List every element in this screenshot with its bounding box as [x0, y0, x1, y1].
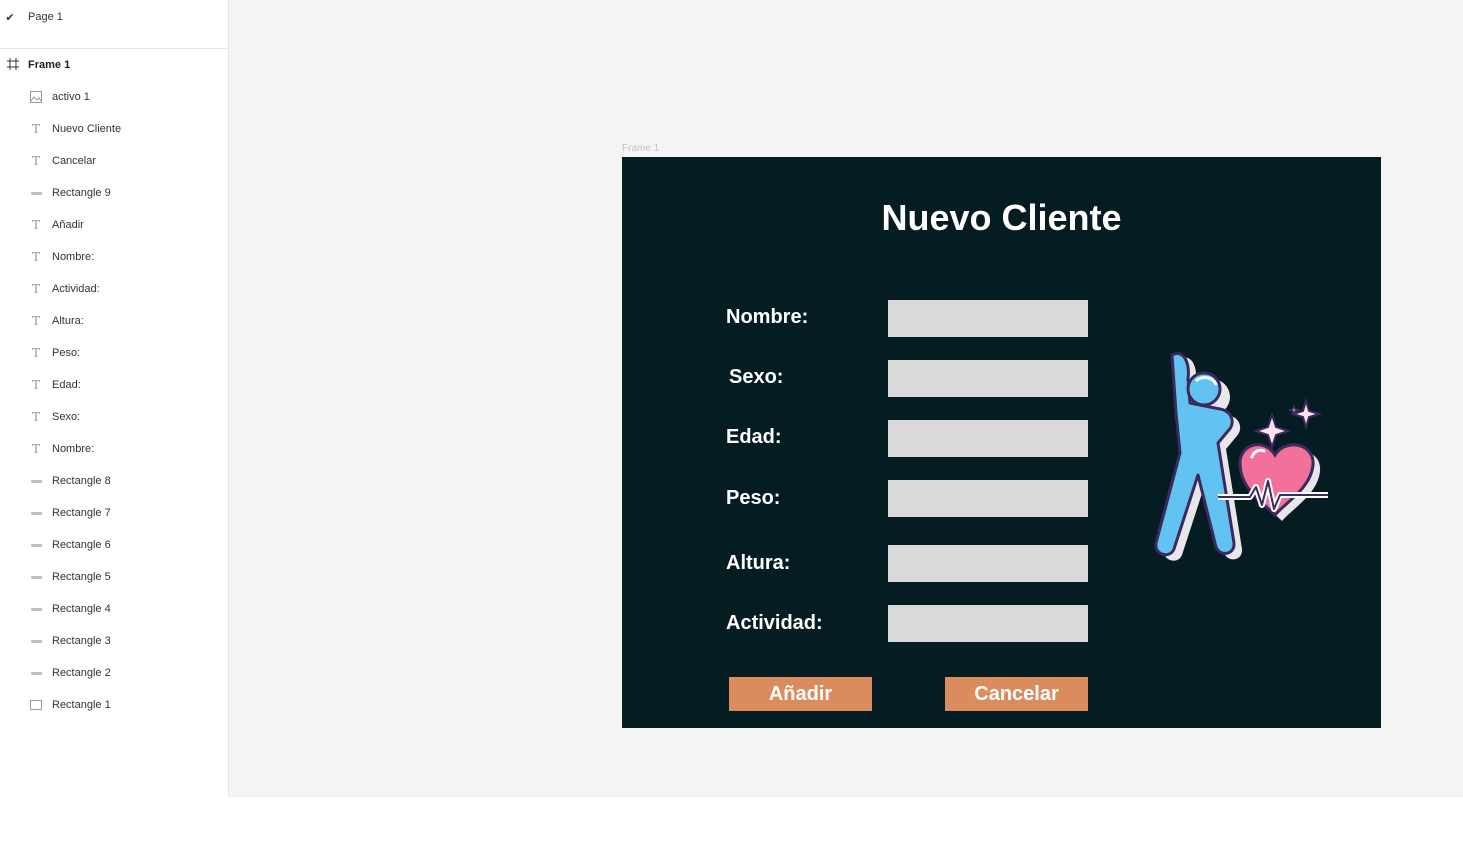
layer-item[interactable]: Rectangle 5 — [0, 561, 228, 593]
layer-label: Rectangle 3 — [52, 635, 111, 647]
layer-label: Cancelar — [52, 155, 97, 167]
layer-label: Altura: — [52, 315, 84, 327]
layer-item[interactable]: T Cancelar — [0, 145, 228, 177]
layer-label: Nombre: — [52, 251, 95, 263]
layer-item[interactable]: Rectangle 4 — [0, 593, 228, 625]
edad-label: Edad: — [726, 426, 782, 448]
check-icon: ✔ — [5, 11, 15, 24]
form-title: Nuevo Cliente — [881, 197, 1122, 238]
layer-item[interactable]: T Sexo: — [0, 401, 228, 433]
nombre-label: Nombre: — [726, 306, 809, 328]
rectangle-line-icon — [29, 602, 43, 616]
text-icon: T — [31, 218, 40, 232]
layer-item[interactable]: T Peso: — [0, 337, 228, 369]
rectangle-line-icon — [29, 538, 43, 552]
layer-item[interactable]: T Añadir — [0, 209, 228, 241]
text-icon: T — [31, 410, 40, 424]
layer-label: Actividad: — [52, 283, 100, 295]
layer-item[interactable]: T Nombre: — [0, 241, 228, 273]
peso-label: Peso: — [726, 487, 781, 509]
layer-item[interactable]: Rectangle 7 — [0, 497, 228, 529]
layer-label: Añadir — [52, 219, 84, 231]
rectangle-line-icon — [29, 634, 43, 648]
add-button[interactable]: Añadir — [729, 677, 872, 711]
layer-item[interactable]: activo 1 — [0, 81, 228, 113]
layer-item[interactable]: Rectangle 6 — [0, 529, 228, 561]
text-icon: T — [31, 154, 40, 168]
altura-input[interactable] — [888, 545, 1088, 582]
text-icon: T — [31, 314, 40, 328]
layer-label: Rectangle 6 — [52, 539, 111, 551]
layer-item[interactable]: T Altura: — [0, 305, 228, 337]
layer-label: Nombre: — [52, 443, 95, 455]
text-icon: T — [31, 378, 40, 392]
sexo-input[interactable] — [888, 360, 1088, 397]
page-label: Page 1 — [28, 11, 63, 23]
text-icon: T — [31, 122, 40, 136]
nombre-input[interactable] — [888, 300, 1088, 337]
layer-item[interactable]: T Actividad: — [0, 273, 228, 305]
text-icon: T — [31, 346, 40, 360]
frame-grid-icon — [6, 57, 20, 71]
layer-label: Rectangle 1 — [52, 699, 111, 711]
rectangle-line-icon — [29, 666, 43, 680]
layer-item[interactable]: Rectangle 9 — [0, 177, 228, 209]
layer-label: Rectangle 8 — [52, 475, 111, 487]
frame-title-label[interactable]: Frame 1 — [622, 143, 659, 154]
layer-label: Edad: — [52, 379, 81, 391]
layer-item[interactable]: T Edad: — [0, 369, 228, 401]
layer-label: Frame 1 — [28, 59, 71, 71]
layer-label: Rectangle 9 — [52, 187, 111, 199]
layer-label: Nuevo Cliente — [52, 123, 122, 135]
sexo-label: Sexo: — [729, 366, 784, 388]
layer-label: Rectangle 7 — [52, 507, 111, 519]
rectangle-line-icon — [29, 570, 43, 584]
layer-frame-1[interactable]: Frame 1 — [0, 49, 228, 81]
layer-item[interactable]: T Nuevo Cliente — [0, 113, 228, 145]
actividad-input[interactable] — [888, 605, 1088, 642]
layer-label: activo 1 — [52, 91, 90, 103]
text-icon: T — [31, 282, 40, 296]
layers-panel: ✔ Page 1 Frame 1 activo 1 T Nuevo Client… — [0, 0, 229, 797]
layer-label: Rectangle 5 — [52, 571, 111, 583]
layer-label: Rectangle 4 — [52, 603, 111, 615]
rectangle-box-icon — [29, 698, 43, 712]
layer-item[interactable]: Rectangle 3 — [0, 625, 228, 657]
altura-label: Altura: — [726, 552, 791, 574]
layer-item[interactable]: Rectangle 1 — [0, 689, 228, 721]
cancel-button[interactable]: Cancelar — [945, 677, 1088, 711]
actividad-label: Actividad: — [726, 612, 823, 634]
rectangle-line-icon — [29, 474, 43, 488]
text-icon: T — [31, 250, 40, 264]
frame-1[interactable]: Nuevo Cliente Nombre: Sexo: Edad: Peso: … — [622, 157, 1381, 728]
rectangle-line-icon — [29, 506, 43, 520]
image-icon — [29, 90, 43, 104]
text-icon: T — [31, 442, 40, 456]
layer-label: Rectangle 2 — [52, 667, 111, 679]
layer-item[interactable]: Rectangle 8 — [0, 465, 228, 497]
edad-input[interactable] — [888, 420, 1088, 457]
fitness-heart-illustration — [1154, 352, 1328, 561]
rectangle-line-icon — [29, 186, 43, 200]
peso-input[interactable] — [888, 480, 1088, 517]
page-item[interactable]: ✔ Page 1 — [0, 0, 228, 34]
layer-label: Peso: — [52, 347, 81, 359]
layer-item[interactable]: T Nombre: — [0, 433, 228, 465]
layer-item[interactable]: Rectangle 2 — [0, 657, 228, 689]
layer-label: Sexo: — [52, 411, 81, 423]
